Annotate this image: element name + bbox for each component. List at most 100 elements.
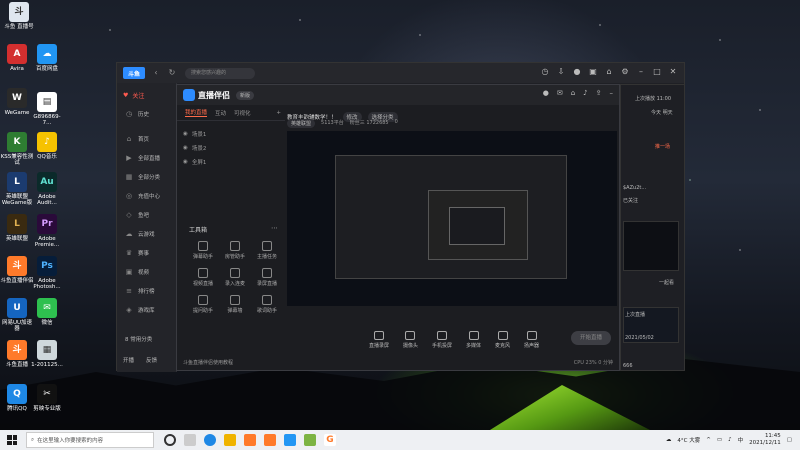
desktop-icon-qq[interactable]: Q 腾讯QQ [0, 384, 34, 412]
tool-video-live[interactable]: 视频直播 [187, 268, 219, 287]
desktop-icon-douyu-companion[interactable]: 斗 斗鱼直播伴侣 [0, 256, 34, 284]
download-icon[interactable]: ⇩ [556, 67, 566, 77]
tab-interact[interactable]: 互动 [215, 109, 226, 117]
desktop-icon-kss[interactable]: K KSS兼容性测试 [0, 132, 34, 166]
tool-lyrics[interactable]: 歌词助手 [251, 295, 283, 314]
tool-screen-record[interactable]: 录屏直播 [251, 268, 283, 287]
tool-tasks[interactable]: 主播任务 [251, 241, 283, 260]
tool-danmu-wall[interactable]: 弹幕墙 [219, 295, 251, 314]
sidebar-item-history[interactable]: ◷ 历史 [117, 104, 176, 123]
recommend-badge[interactable]: 推一场 [655, 143, 670, 150]
settings-icon[interactable]: ⚙ [620, 67, 630, 77]
media-button[interactable]: 多媒体 [466, 331, 481, 349]
phone-cast-button[interactable]: 手机投屏 [432, 331, 452, 349]
close-icon[interactable]: ✕ [668, 67, 678, 77]
desktop-icon-lol[interactable]: L 英雄联盟 [0, 214, 34, 242]
file-explorer-icon[interactable] [224, 434, 236, 446]
add-scene-icon[interactable]: + [276, 110, 281, 116]
shop-icon[interactable]: ⌂ [571, 89, 575, 97]
desktop-icon-lol-wegame[interactable]: L 英雄联盟 WeGame版 [0, 172, 34, 206]
tool-question[interactable]: 提问助手 [187, 295, 219, 314]
sidebar-item-game-lib[interactable]: ◈ 游戏库 [117, 300, 176, 319]
taskbar-clock[interactable]: 11:45 2021/12/11 [749, 433, 781, 447]
tab-visual[interactable]: 可视化 [234, 109, 251, 117]
ime-indicator[interactable]: 中 [738, 436, 744, 444]
sidebar-item-rank[interactable]: ≡ 排行榜 [117, 281, 176, 300]
desktop-icon-qq-music[interactable]: ♪ QQ音乐 [30, 132, 64, 160]
windows-start-icon[interactable] [4, 432, 20, 448]
sidebar-item-all-live[interactable]: ▶ 全部直播 [117, 148, 176, 167]
cortana-icon[interactable] [164, 434, 176, 446]
tool-room-admin[interactable]: 房管助手 [219, 241, 251, 260]
sidebar-item-all-category[interactable]: ▦ 全部分类 [117, 167, 176, 186]
game-taskbar-icon[interactable] [304, 434, 316, 446]
netdisk-taskbar-icon[interactable] [284, 434, 296, 446]
version-badge[interactable]: 新版 [236, 90, 255, 100]
start-live-button[interactable]: 开始直播 [571, 331, 611, 345]
gift-icon[interactable]: ▣ [588, 67, 598, 77]
streamer-name[interactable]: $AZu2t... [623, 185, 646, 191]
minimize-icon[interactable]: – [636, 67, 646, 77]
scene-item[interactable]: ◉ 场景2 [183, 141, 283, 155]
desktop-icon-premiere[interactable]: Pr Adobe Premie... [30, 214, 64, 248]
sidebar-item-home[interactable]: ⌂ 首页 [117, 129, 176, 148]
feedback-link[interactable]: 反馈 [146, 356, 157, 364]
tool-mic-link[interactable]: 录入连麦 [219, 268, 251, 287]
thumbnail[interactable] [623, 221, 679, 271]
message-icon[interactable]: ✉ [557, 89, 563, 97]
toolbox-more-icon[interactable]: ⋯ [271, 224, 278, 232]
douyu-logo[interactable]: 斗鱼 [123, 67, 145, 79]
desktop-icon-file[interactable]: ▤ G896869-7... [30, 92, 64, 126]
douyu-companion-taskbar-icon[interactable] [264, 434, 276, 446]
sidebar-item-fish-bar[interactable]: ◇ 鱼吧 [117, 205, 176, 224]
watch-together[interactable]: 一起看 [659, 279, 674, 286]
desktop-icon-douyu[interactable]: 斗 斗鱼 直播号 [2, 2, 36, 30]
desktop-icon-baidu-netdisk[interactable]: ☁ 百度网盘 [30, 44, 64, 72]
share-icon[interactable]: ⇪ [596, 89, 602, 97]
notification-icon[interactable]: ▢ [787, 437, 792, 443]
follow-row[interactable]: ♥ 关注 [117, 83, 176, 104]
desktop-icon-capcut[interactable]: ✂ 剪映专业版 [30, 384, 64, 412]
tutorial-link[interactable]: 斗鱼直播伴侣使用教程 [183, 359, 233, 366]
task-view-icon[interactable] [184, 434, 196, 446]
app-search-input[interactable]: 搜索您感兴趣的 [185, 67, 255, 79]
scene-item[interactable]: ◉ 场景1 [183, 127, 283, 141]
desktop-icon-photoshop[interactable]: Ps Adobe Photosh... [30, 256, 64, 290]
history-clock-icon[interactable]: ◷ [540, 67, 550, 77]
screen-capture-button[interactable]: 直播录屏 [369, 331, 389, 349]
start-stream-link[interactable]: 开播 [123, 356, 134, 364]
scene-item[interactable]: ◉ 全屏1 [183, 155, 283, 169]
avatar-icon[interactable]: ● [572, 67, 582, 77]
game-category[interactable]: 英雄联盟 [287, 119, 316, 128]
taskbar-search-input[interactable]: ⌕ 在这里输入你要搜索的内容 [26, 432, 154, 448]
g-app-taskbar-icon[interactable]: G [324, 434, 336, 446]
desktop-icon-wegame[interactable]: W WeGame [0, 88, 34, 116]
desktop-icon-image-file[interactable]: ▦ 1-201125... [30, 340, 64, 368]
camera-button[interactable]: 摄像头 [403, 331, 418, 349]
maximize-icon[interactable]: □ [652, 67, 662, 77]
desktop-icon-wechat[interactable]: ✉ 微信 [30, 298, 64, 326]
douyu-taskbar-icon[interactable] [244, 434, 256, 446]
network-icon[interactable]: ▭ [717, 437, 722, 443]
bell-icon[interactable]: ♪ [583, 89, 587, 97]
tab-my-live[interactable]: 我的直播 [185, 108, 208, 117]
sidebar-item-events[interactable]: ♛ 赛事 [117, 243, 176, 262]
avatar[interactable]: ● [543, 89, 549, 97]
edge-icon[interactable] [204, 434, 216, 446]
desktop-icon-avira[interactable]: A Avira [0, 44, 34, 72]
schedule-tag[interactable]: 今天 明天 [651, 109, 673, 116]
sidebar-item-video[interactable]: ▣ 视频 [117, 262, 176, 281]
tool-danmu[interactable]: 弹幕助手 [187, 241, 219, 260]
desktop-icon-uu[interactable]: U 网易UU加速器 [0, 298, 34, 332]
desktop-icon-douyu-live[interactable]: 斗 斗鱼直播 [0, 340, 34, 368]
speaker-button[interactable]: 扬声器 [524, 331, 539, 349]
sidebar-item-cloud-game[interactable]: ☁ 云游戏 [117, 224, 176, 243]
live-preview[interactable] [287, 131, 617, 306]
back-icon[interactable]: ‹ [151, 68, 161, 78]
sidebar-item-recharge[interactable]: ◎ 充值中心 [117, 186, 176, 205]
chevron-up-icon[interactable]: ^ [706, 437, 711, 443]
refresh-icon[interactable]: ↻ [167, 68, 177, 78]
sidebar-common-category[interactable]: 8 常用分类 [117, 329, 176, 348]
weather-text[interactable]: 4°C 大雾 [677, 436, 700, 444]
microphone-button[interactable]: 麦克风 [495, 331, 510, 349]
